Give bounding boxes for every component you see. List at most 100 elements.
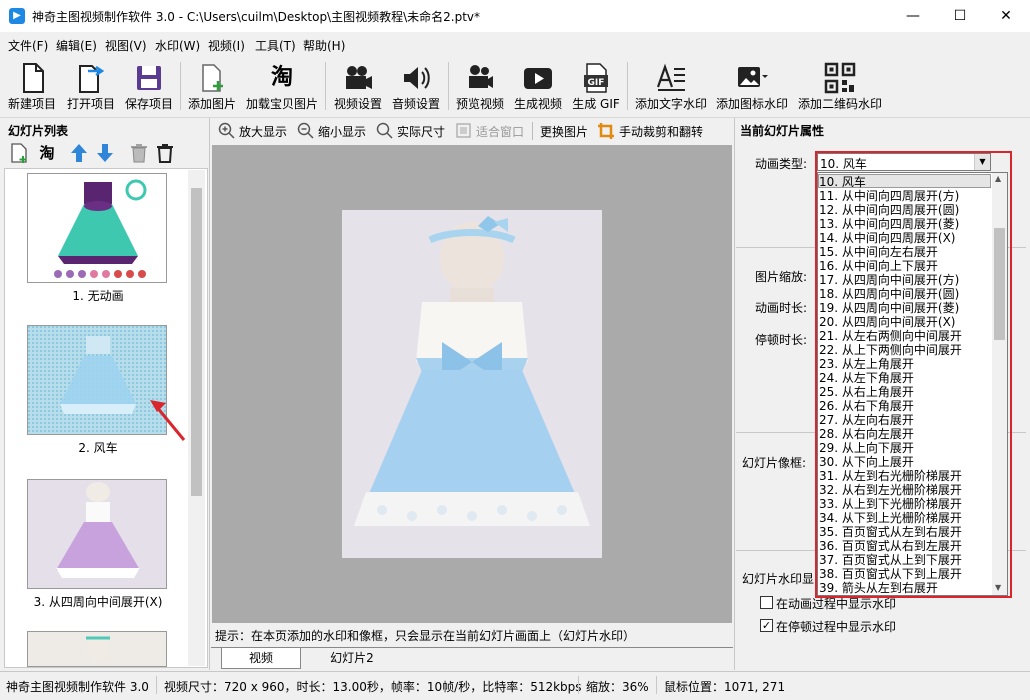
close-button[interactable]: ✕	[983, 0, 1029, 32]
title-bar: ▶ 神奇主图视频制作软件 3.0 - C:\Users\cuilm\Deskto…	[0, 0, 1030, 32]
add-text-watermark-label: 添加文字水印	[634, 97, 707, 111]
menu-file[interactable]: 文件(F)	[8, 37, 48, 54]
replace-image-button[interactable]: 更换图片	[540, 123, 588, 140]
window-title: 神奇主图视频制作软件 3.0 - C:\Users\cuilm\Desktop\…	[32, 10, 481, 24]
status-bar: 神奇主图视频制作软件 3.0 视频尺寸：720 x 960，时长：13.00秒，…	[0, 671, 1030, 700]
slide-list-scroll-thumb[interactable]	[191, 188, 202, 496]
menu-video[interactable]: 视频(I)	[208, 37, 245, 54]
dress-purple-image	[28, 174, 166, 282]
gif-glyph: GIF	[588, 78, 605, 88]
image-toolbar: 放大显示 缩小显示 实际尺寸 适合窗口 更换图片 手动裁剪和翻转	[211, 118, 733, 144]
red-highlight-annotation	[815, 151, 1012, 598]
generate-video-label: 生成视频	[513, 97, 562, 111]
add-qr-watermark-label: 添加二维码水印	[797, 97, 882, 111]
add-qr-watermark-button[interactable]: 添加二维码水印	[795, 58, 885, 114]
actual-size-button[interactable]: 实际尺寸	[397, 123, 445, 140]
menu-watermark[interactable]: 水印(W)	[155, 37, 200, 54]
add-icon-watermark-button[interactable]: 添加图标水印	[714, 58, 790, 114]
app-window: ▶ 神奇主图视频制作软件 3.0 - C:\Users\cuilm\Deskto…	[0, 0, 1030, 700]
zoom-out-icon[interactable]	[297, 122, 314, 139]
open-project-label: 打开项目	[66, 97, 115, 111]
video-settings-label: 视频设置	[333, 97, 382, 111]
add-image-icon	[202, 64, 223, 92]
tab-slide-2[interactable]: 幻灯片2	[306, 648, 398, 669]
image-scale-label: 图片缩放:	[755, 270, 808, 284]
tab-video[interactable]: 视频	[221, 648, 301, 669]
slide-thumbnail-4[interactable]	[27, 631, 167, 667]
save-project-label: 保存项目	[124, 97, 173, 111]
trash-icon[interactable]	[128, 142, 150, 164]
dress-lavender-image	[28, 480, 166, 588]
maximize-button[interactable]: ☐	[937, 0, 983, 32]
speaker-icon	[404, 67, 430, 89]
video-camera-icon	[346, 66, 372, 89]
red-arrow-annotation	[150, 400, 186, 441]
zoom-out-button[interactable]: 缩小显示	[318, 123, 366, 140]
show-in-pause-checkbox[interactable]: ✓	[760, 619, 773, 632]
add-image-button[interactable]: 添加图片	[185, 58, 239, 114]
frame-label: 幻灯片像框:	[742, 456, 807, 470]
qr-code-icon	[824, 62, 856, 94]
show-in-anim-checkbox[interactable]	[760, 596, 773, 609]
pause-duration-label: 停顿时长:	[755, 333, 808, 347]
preview-video-button[interactable]: 预览视频	[452, 58, 508, 114]
crop-icon[interactable]	[597, 122, 615, 140]
open-project-button[interactable]: 打开项目	[63, 58, 119, 114]
menu-edit[interactable]: 编辑(E)	[56, 37, 97, 54]
film-camera-icon	[469, 65, 493, 88]
status-mouse-position: 鼠标位置：1071, 271	[664, 680, 786, 694]
crop-flip-button[interactable]: 手动裁剪和翻转	[619, 123, 703, 140]
status-separator	[578, 676, 579, 694]
delete-all-icon[interactable]	[154, 142, 176, 164]
generate-gif-button[interactable]: GIF 生成 GIF	[569, 58, 623, 114]
status-zoom: 缩放：36%	[586, 680, 649, 694]
slide-list-toolbar: 淘	[0, 140, 210, 166]
main-toolbar: 新建项目 打开项目 保存项目 添加图片 淘 加载宝贝图片 视频设置 音频设置 预…	[0, 56, 1030, 118]
save-project-button[interactable]: 保存项目	[122, 58, 176, 114]
actual-size-icon[interactable]	[376, 122, 393, 139]
taobao-icon: 淘	[270, 65, 293, 90]
slide-thumbnail-1[interactable]	[27, 173, 167, 283]
product-photo[interactable]	[342, 210, 602, 558]
status-separator	[656, 676, 657, 694]
new-project-label: 新建项目	[7, 97, 56, 111]
fit-window-button[interactable]: 适合窗口	[476, 123, 524, 140]
video-settings-button[interactable]: 视频设置	[330, 58, 386, 114]
status-app: 神奇主图视频制作软件 3.0	[6, 680, 149, 694]
toolbar-separator	[325, 62, 326, 110]
taobao-import-icon[interactable]: 淘	[36, 142, 58, 164]
move-down-icon[interactable]	[94, 142, 116, 164]
generate-video-button[interactable]: 生成视频	[510, 58, 566, 114]
text-icon	[656, 63, 685, 91]
slide-thumbnail-3[interactable]	[27, 479, 167, 589]
show-in-pause-label: 在停顿过程中显示水印	[776, 620, 897, 634]
save-icon	[137, 66, 161, 90]
menu-view[interactable]: 视图(V)	[105, 37, 147, 54]
add-icon-watermark-label: 添加图标水印	[715, 97, 788, 111]
add-slide-icon[interactable]	[8, 142, 30, 164]
properties-header: 当前幻灯片属性	[740, 124, 825, 138]
preview-video-label: 预览视频	[455, 97, 504, 111]
zoom-in-button[interactable]: 放大显示	[239, 123, 287, 140]
menu-help[interactable]: 帮助(H)	[303, 37, 345, 54]
new-project-button[interactable]: 新建项目	[4, 58, 60, 114]
menu-tools[interactable]: 工具(T)	[255, 37, 296, 54]
generate-gif-label: 生成 GIF	[572, 97, 620, 111]
zoom-in-icon[interactable]	[218, 122, 235, 139]
new-file-icon	[23, 63, 44, 93]
menu-bar: 文件(F) 编辑(E) 视图(V) 水印(W) 视频(I) 工具(T) 帮助(H…	[0, 32, 1030, 56]
dress-teal-image	[28, 632, 166, 666]
slide-caption-1: 1. 无动画	[72, 289, 124, 303]
slide-caption-3: 3. 从四周向中间展开(X)	[33, 595, 163, 609]
load-taobao-label: 加载宝贝图片	[245, 97, 318, 111]
toolbar-separator	[180, 62, 181, 110]
slide-list-panel: 幻灯片列表 淘 1. 无动画 2. 风车 3. 从四周向中间展开(X)	[0, 118, 210, 670]
audio-settings-button[interactable]: 音频设置	[388, 58, 444, 114]
watermark-display-label: 幻灯片水印显	[742, 572, 815, 586]
minimize-button[interactable]: —	[890, 0, 936, 32]
move-up-icon[interactable]	[68, 142, 90, 164]
add-text-watermark-button[interactable]: 添加文字水印	[633, 58, 709, 114]
fit-window-icon[interactable]	[455, 122, 472, 139]
load-taobao-button[interactable]: 淘 加载宝贝图片	[243, 58, 321, 114]
status-video-info: 视频尺寸：720 x 960，时长：13.00秒，帧率：10帧/秒，比特率：51…	[164, 680, 582, 694]
